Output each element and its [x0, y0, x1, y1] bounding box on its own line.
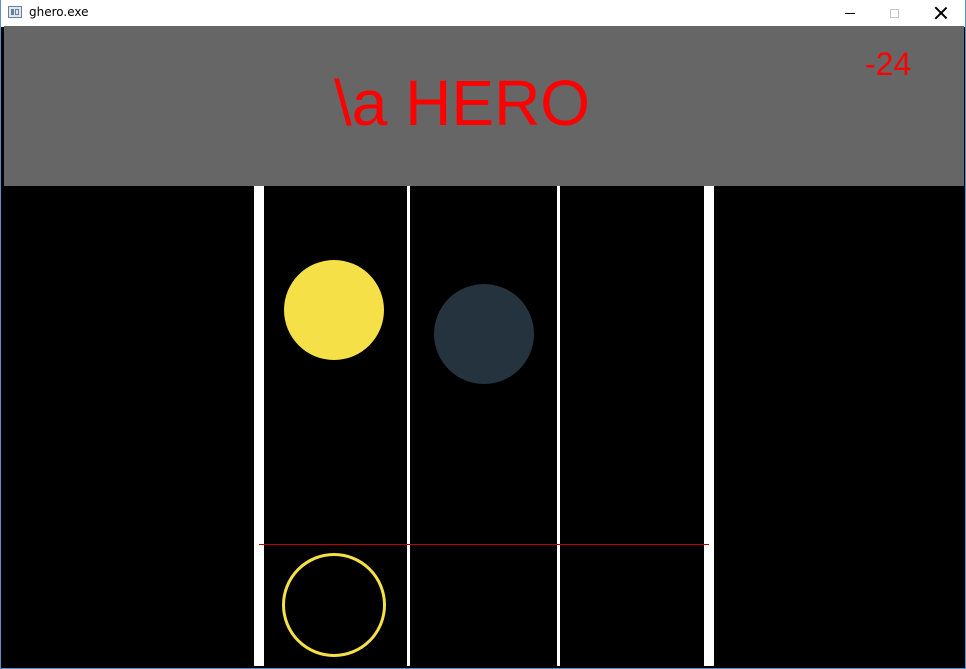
app-window: ghero.exe \a HERO -24	[0, 0, 966, 669]
app-icon	[8, 6, 22, 18]
score-display: -24	[865, 46, 912, 82]
lane-divider-2	[557, 186, 560, 666]
target-ring-yellow	[282, 553, 386, 657]
game-title: \a HERO	[334, 67, 591, 139]
lane-border-right	[704, 186, 714, 666]
minimize-icon	[844, 12, 855, 14]
lane-border-left	[254, 186, 264, 666]
title-bar[interactable]: ghero.exe	[1, 0, 965, 27]
game-header: \a HERO -24	[4, 26, 964, 186]
note-yellow	[284, 260, 384, 360]
lane-divider-1	[407, 186, 410, 666]
maximize-button[interactable]	[872, 0, 917, 26]
note-dark	[434, 284, 534, 384]
hit-line	[259, 544, 709, 545]
maximize-icon	[890, 8, 899, 18]
close-button[interactable]	[918, 0, 963, 26]
close-icon	[934, 6, 948, 20]
playfield[interactable]	[4, 186, 964, 666]
minimize-button[interactable]	[827, 0, 872, 26]
window-title: ghero.exe	[29, 5, 89, 19]
